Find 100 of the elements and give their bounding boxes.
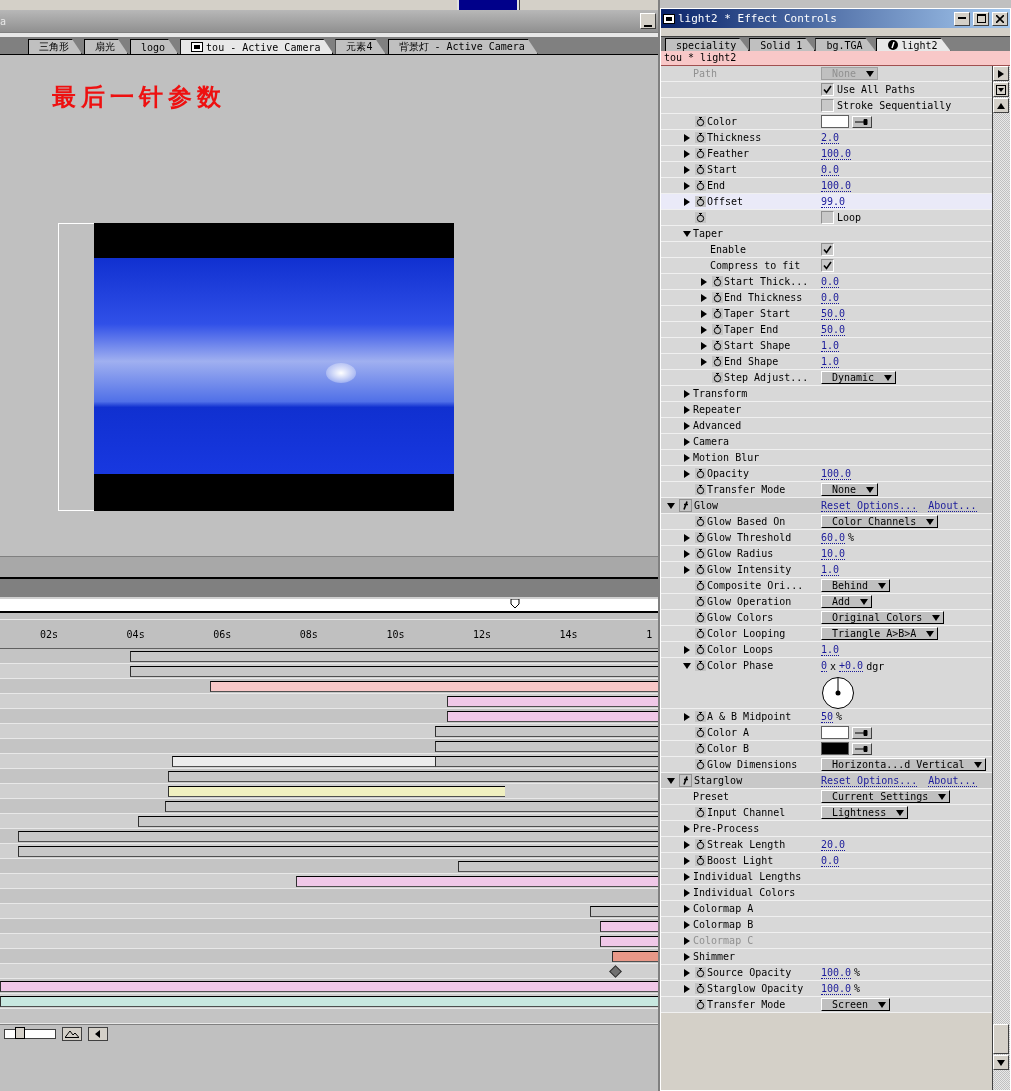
layer-duration-bar[interactable]: [435, 755, 658, 767]
stopwatch-icon[interactable]: [694, 212, 706, 223]
eyedropper-button[interactable]: [852, 726, 872, 739]
work-area-bar[interactable]: [0, 599, 658, 613]
property-row[interactable]: Color B: [661, 741, 992, 757]
stopwatch-icon[interactable]: [711, 340, 723, 351]
stopwatch-icon[interactable]: [711, 372, 723, 383]
layer-duration-bar[interactable]: [458, 860, 658, 872]
stopwatch-icon[interactable]: [711, 356, 723, 367]
composition-tab[interactable]: 元素4: [335, 39, 386, 54]
property-row[interactable]: Glow Colors Original Colors: [661, 610, 992, 626]
property-row[interactable]: Color Phase 0 x +0.0 dgr: [661, 658, 992, 709]
menu-button[interactable]: [993, 66, 1009, 81]
property-row[interactable]: Motion Blur: [661, 450, 992, 466]
property-row[interactable]: End 100.0: [661, 178, 992, 194]
dropdown[interactable]: None: [821, 483, 879, 496]
property-row[interactable]: Start 0.0: [661, 162, 992, 178]
minimize-button[interactable]: [954, 11, 970, 26]
layer-duration-bar[interactable]: [296, 875, 658, 887]
slider-thumb[interactable]: [15, 1027, 25, 1039]
value-field[interactable]: 50.0: [821, 307, 846, 320]
stopwatch-icon[interactable]: [694, 612, 706, 623]
property-row[interactable]: Preset Current Settings: [661, 789, 992, 805]
stopwatch-icon[interactable]: [711, 308, 723, 319]
value-field[interactable]: 50.0: [821, 323, 846, 336]
layer-duration-bar[interactable]: [18, 845, 658, 857]
zoom-button[interactable]: [62, 1027, 82, 1041]
stopwatch-icon[interactable]: [694, 468, 706, 479]
property-row[interactable]: Glow Intensity 1.0: [661, 562, 992, 578]
stopwatch-icon[interactable]: [711, 324, 723, 335]
property-row[interactable]: End Shape 1.0: [661, 354, 992, 370]
property-row[interactable]: Color: [661, 114, 992, 130]
property-row[interactable]: Individual Colors: [661, 885, 992, 901]
value-field[interactable]: 100.0: [821, 966, 852, 979]
stopwatch-icon[interactable]: [694, 564, 706, 575]
composition-tab[interactable]: tou - Active Camera: [180, 39, 334, 54]
layer-duration-bar[interactable]: [165, 800, 658, 812]
stopwatch-icon[interactable]: [711, 276, 723, 287]
property-row[interactable]: Composite Ori... Behind: [661, 578, 992, 594]
stopwatch-icon[interactable]: [694, 132, 706, 143]
property-row[interactable]: Glow Based On Color Channels: [661, 514, 992, 530]
value-field[interactable]: 100.0: [821, 179, 852, 192]
property-row[interactable]: Taper: [661, 226, 992, 242]
revolutions-field[interactable]: 0: [821, 660, 828, 672]
property-row[interactable]: Transform: [661, 386, 992, 402]
property-row[interactable]: Transfer Mode Screen: [661, 997, 992, 1013]
stopwatch-icon[interactable]: [694, 660, 706, 671]
property-row[interactable]: Input Channel Lightness: [661, 805, 992, 821]
stopwatch-icon[interactable]: [694, 148, 706, 159]
dropdown[interactable]: Original Colors: [821, 611, 945, 624]
property-row[interactable]: Compress to fit: [661, 258, 992, 274]
dropdown[interactable]: Triangle A>B>A: [821, 627, 939, 640]
property-row[interactable]: Glow Dimensions Horizonta...d Vertical: [661, 757, 992, 773]
stopwatch-icon[interactable]: [711, 292, 723, 303]
stopwatch-icon[interactable]: [694, 983, 706, 994]
property-row[interactable]: Shimmer: [661, 949, 992, 965]
property-row[interactable]: Glow Radius 10.0: [661, 546, 992, 562]
property-row[interactable]: Offset 99.0: [661, 194, 992, 210]
property-row[interactable]: Source Opacity 100.0 %: [661, 965, 992, 981]
stopwatch-icon[interactable]: [694, 628, 706, 639]
property-row[interactable]: Streak Length 20.0: [661, 837, 992, 853]
value-field[interactable]: 1.0: [821, 339, 840, 352]
layer-duration-bar[interactable]: [612, 950, 658, 962]
layer-duration-bar[interactable]: [590, 905, 658, 917]
effect-link[interactable]: Reset Options...: [821, 774, 918, 787]
composition-tab[interactable]: 扇光: [84, 39, 128, 54]
stopwatch-icon[interactable]: [694, 180, 706, 191]
dropdown[interactable]: Current Settings: [821, 790, 951, 803]
property-row[interactable]: Glow Operation Add: [661, 594, 992, 610]
scroll-up-button[interactable]: [993, 98, 1009, 113]
layer-duration-bar[interactable]: [168, 785, 505, 797]
property-row[interactable]: Glow Threshold 60.0 %: [661, 530, 992, 546]
stopwatch-icon[interactable]: [694, 164, 706, 175]
stopwatch-icon[interactable]: [694, 855, 706, 866]
stopwatch-icon[interactable]: [694, 116, 706, 127]
composition-tab[interactable]: logo: [130, 39, 179, 54]
property-row[interactable]: Stroke Sequentially: [661, 98, 992, 114]
value-field[interactable]: 100.0: [821, 982, 852, 995]
value-field[interactable]: 100.0: [821, 467, 852, 480]
value-field[interactable]: 0.0: [821, 291, 840, 304]
layer-duration-bar[interactable]: [447, 695, 658, 707]
dropdown[interactable]: Behind: [821, 579, 891, 592]
layer-tab[interactable]: speciality: [665, 38, 750, 51]
checkbox[interactable]: [821, 259, 834, 272]
checkbox[interactable]: [821, 99, 834, 112]
composition-tab[interactable]: 三角形: [28, 39, 82, 54]
property-row[interactable]: Color A: [661, 725, 992, 741]
property-row[interactable]: Step Adjust... Dynamic: [661, 370, 992, 386]
property-row[interactable]: Thickness 2.0: [661, 130, 992, 146]
property-row[interactable]: Color Loops 1.0: [661, 642, 992, 658]
stopwatch-icon[interactable]: [694, 532, 706, 543]
minimize-button[interactable]: [640, 13, 656, 29]
eyedropper-button[interactable]: [852, 742, 872, 755]
property-row[interactable]: Use All Paths: [661, 82, 992, 98]
layer-duration-bar[interactable]: [600, 920, 658, 932]
dropdown[interactable]: Lightness: [821, 806, 909, 819]
value-field[interactable]: 99.0: [821, 195, 846, 208]
layer-duration-bar[interactable]: [210, 680, 658, 692]
stopwatch-icon[interactable]: [694, 999, 706, 1010]
property-row[interactable]: Individual Lengths: [661, 869, 992, 885]
